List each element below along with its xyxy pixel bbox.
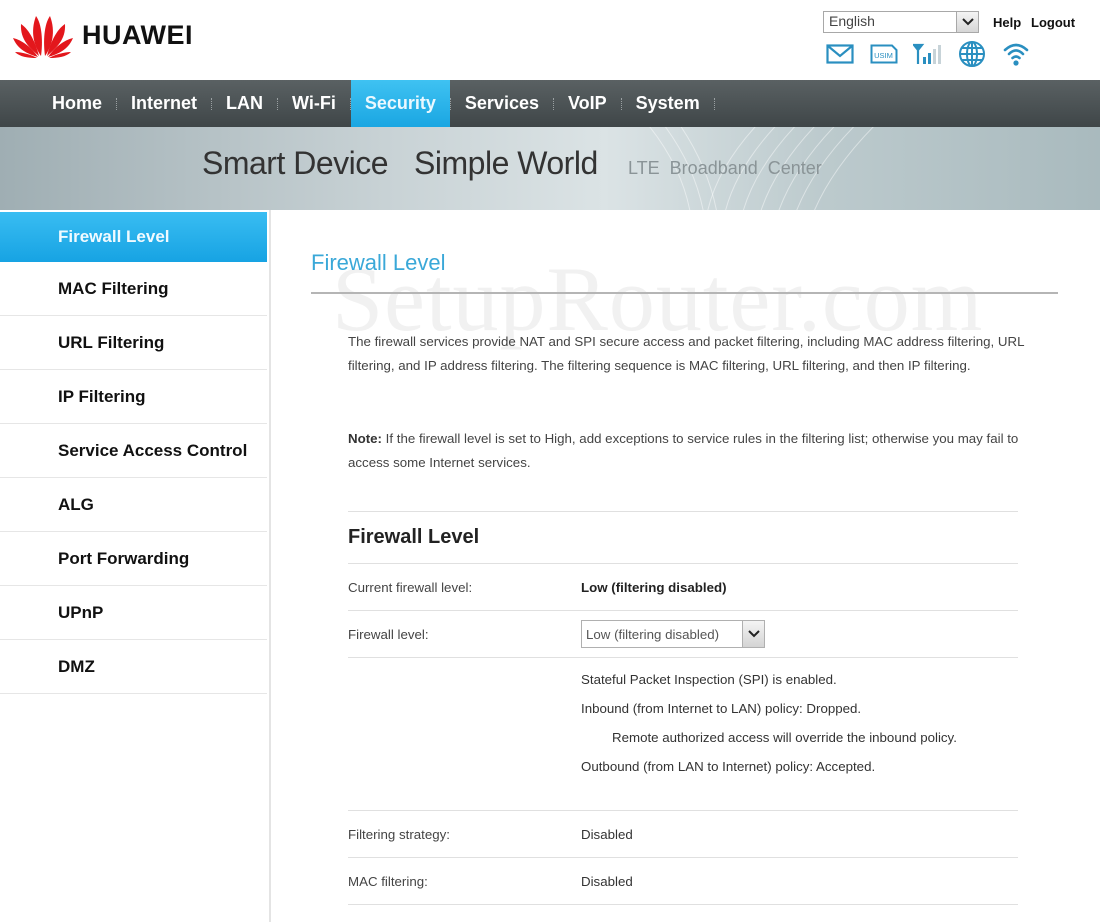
banner-subtitle: LTE Broadband Center [628,158,822,178]
nav-services[interactable]: Services [451,80,553,127]
sidebar-item-alg[interactable]: ALG [0,478,267,532]
note-text: Note: If the firewall level is set to Hi… [348,427,1028,475]
outbound-policy-text: Outbound (from LAN to Internet) policy: … [581,759,876,774]
status-icons: USIM [825,40,1031,68]
brand-name: HUAWEI [82,19,193,50]
chevron-down-icon[interactable] [742,621,764,647]
sidebar-item-port-forwarding[interactable]: Port Forwarding [0,532,267,586]
nav-security[interactable]: Security [350,80,450,127]
spi-status-text: Stateful Packet Inspection (SPI) is enab… [581,672,837,687]
sidebar-item-url-filtering[interactable]: URL Filtering [0,316,267,370]
language-selected-value: English [829,13,875,29]
internet-globe-icon[interactable] [957,40,987,68]
banner: Smart Device Simple World LTE Broadband C… [0,127,1100,210]
nav-wifi[interactable]: Wi-Fi [278,80,350,127]
sidebar-item-upnp[interactable]: UPnP [0,586,267,640]
mail-icon[interactable] [825,40,855,68]
language-select[interactable]: English [823,11,979,33]
mac-filtering-row: MAC filtering: Disabled [348,858,1018,905]
nav-lan[interactable]: LAN [212,80,277,127]
sidebar-item-ip-filtering[interactable]: IP Filtering [0,370,267,424]
nav-internet[interactable]: Internet [117,80,211,127]
usim-icon[interactable]: USIM [869,40,899,68]
page-title: Firewall Level [311,250,446,275]
filtering-strategy-value: Disabled [581,826,633,842]
signal-icon[interactable] [913,40,943,68]
firewall-level-selected-value: Low (filtering disabled) [586,627,720,642]
help-link[interactable]: Help [993,15,1021,30]
section-title: Firewall Level [348,526,480,548]
huawei-logo[interactable]: HUAWEI [12,12,193,58]
wifi-icon[interactable] [1001,40,1031,68]
chevron-down-icon[interactable] [956,12,978,32]
sidebar-item-dmz[interactable]: DMZ [0,640,267,694]
current-level-label: Current firewall level: [348,579,473,595]
nav-voip[interactable]: VoIP [554,80,621,127]
sidebar-item-mac-filtering[interactable]: MAC Filtering [0,262,267,316]
main-nav: Home Internet LAN Wi-Fi Security Service… [0,80,1100,127]
logout-link[interactable]: Logout [1031,15,1075,30]
firewall-level-label: Firewall level: [348,626,429,642]
filtering-strategy-row: Filtering strategy: Disabled [348,811,1018,858]
policy-info: Stateful Packet Inspection (SPI) is enab… [348,658,1018,811]
sidebar-item-service-access-control[interactable]: Service Access Control [0,424,267,478]
slogan-part-2: Simple World [414,145,598,181]
current-firewall-level-row: Current firewall level: Low (filtering d… [348,564,1018,611]
firewall-level-section: Firewall Level Current firewall level: L… [348,511,1018,905]
huawei-petal-logo-icon [13,16,73,58]
usim-label: USIM [874,51,893,60]
sidebar: Firewall Level MAC Filtering URL Filteri… [0,210,271,922]
nav-home[interactable]: Home [38,80,116,127]
mac-filtering-value: Disabled [581,873,633,889]
nav-system[interactable]: System [622,80,714,127]
description-text: The firewall services provide NAT and SP… [348,334,1024,373]
filtering-strategy-label: Filtering strategy: [348,826,450,842]
slogan-part-1: Smart Device [202,145,389,181]
mac-filtering-label: MAC filtering: [348,873,428,889]
firewall-level-row: Firewall level: Low (filtering disabled) [348,611,1018,658]
banner-slogan: Smart Device Simple World [202,145,598,182]
current-level-value: Low (filtering disabled) [581,579,727,595]
sidebar-item-firewall-level[interactable]: Firewall Level [0,212,267,262]
nav-separator [713,97,715,110]
main-content: SetupRouter.com Firewall Level The firew… [272,210,1100,922]
remote-access-text: Remote authorized access will override t… [612,730,957,745]
inbound-policy-text: Inbound (from Internet to LAN) policy: D… [581,701,862,716]
note-body: If the firewall level is set to High, ad… [348,431,1019,470]
header: HUAWEI English Help Logout USIM [0,0,1100,80]
firewall-level-select[interactable]: Low (filtering disabled) [581,620,765,648]
note-label: Note: [348,431,382,446]
title-divider [311,292,1058,294]
